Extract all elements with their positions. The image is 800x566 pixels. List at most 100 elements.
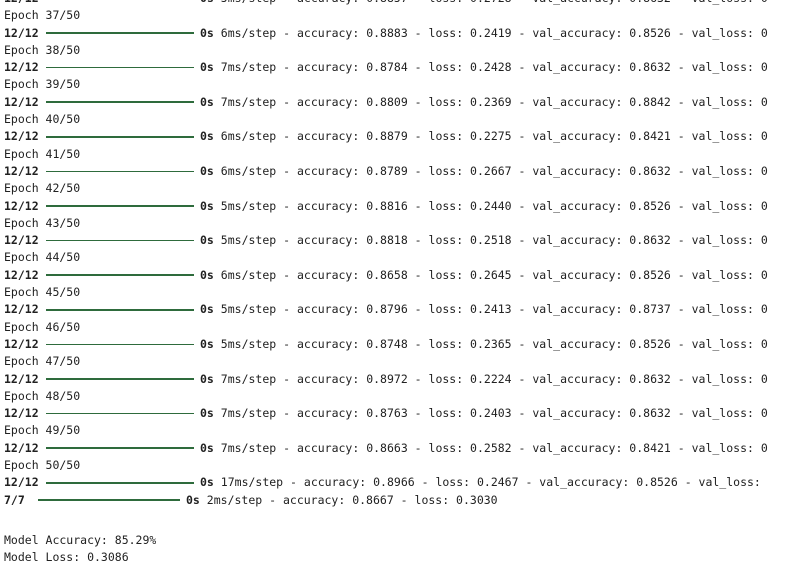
progress-line: 12/12 0s 6ms/step - accuracy: 0.8879 - lo… xyxy=(4,128,800,145)
metrics-text: - accuracy: 0.8658 - loss: 0.2645 - val_… xyxy=(283,267,768,282)
eta-label: 0s xyxy=(200,406,214,421)
eta-label: 0s xyxy=(186,492,200,507)
progress-bar xyxy=(46,205,194,207)
epoch-header: Epoch 48/50 xyxy=(4,388,81,403)
progress-line: 12/12 0s 6ms/step - accuracy: 0.8883 - lo… xyxy=(4,25,800,42)
step-timing: 6ms/step xyxy=(220,267,277,282)
epoch-header: Epoch 40/50 xyxy=(4,112,81,127)
progress-line: 12/12 0s 7ms/step - accuracy: 0.8784 - lo… xyxy=(4,59,800,76)
progress-line: 12/12 0s 7ms/step - accuracy: 0.8763 - lo… xyxy=(4,405,800,422)
metrics-text: - accuracy: 0.8789 - loss: 0.2667 - val_… xyxy=(283,163,768,178)
progress-line: 7/7 0s 2ms/step - accuracy: 0.8667 - loss… xyxy=(4,492,800,509)
step-count: 12/12 xyxy=(4,406,39,421)
step-timing: 7ms/step xyxy=(220,60,277,75)
eta-label: 0s xyxy=(200,302,214,317)
epoch-header: Epoch 49/50 xyxy=(4,423,81,438)
epoch-header: Epoch 39/50 xyxy=(4,77,81,92)
step-timing: 7ms/step xyxy=(220,406,277,421)
step-timing: 7ms/step xyxy=(220,371,277,386)
epoch-header: Epoch 43/50 xyxy=(4,215,81,230)
progress-line: 12/12 0s 6ms/step - accuracy: 0.8658 - lo… xyxy=(4,267,800,284)
epoch-header: Epoch 38/50 xyxy=(4,42,81,57)
step-timing: 7ms/step xyxy=(220,440,277,455)
metrics-text: - accuracy: 0.8966 - loss: 0.2467 - val_… xyxy=(290,475,761,490)
progress-bar xyxy=(46,482,194,484)
eta-label: 0s xyxy=(200,371,214,386)
metrics-text: - accuracy: 0.8879 - loss: 0.2275 - val_… xyxy=(283,129,768,144)
step-timing: 17ms/step xyxy=(220,475,284,490)
eta-label: 0s xyxy=(200,60,214,75)
progress-bar xyxy=(46,32,194,34)
step-count: 12/12 xyxy=(4,440,39,455)
step-timing: 5ms/step xyxy=(220,233,277,248)
progress-line: 12/12 0s 17ms/step - accuracy: 0.8966 - l… xyxy=(4,474,800,491)
step-count: 12/12 xyxy=(4,60,39,75)
eta-label: 0s xyxy=(200,129,214,144)
progress-bar xyxy=(46,378,194,380)
metrics-text: - accuracy: 0.8809 - loss: 0.2369 - val_… xyxy=(283,94,768,109)
progress-line: 12/12 0s 7ms/step - accuracy: 0.8972 - lo… xyxy=(4,371,800,388)
metrics-text: - accuracy: 0.8972 - loss: 0.2224 - val_… xyxy=(283,371,768,386)
step-timing: 6ms/step xyxy=(220,129,277,144)
step-count: 12/12 xyxy=(4,0,46,7)
epoch-header: Epoch 37/50 xyxy=(4,8,81,23)
progress-line: 12/12 0s 5ms/step - accuracy: 0.8857 - lo… xyxy=(4,0,800,7)
progress-line: 12/12 0s 7ms/step - accuracy: 0.8809 - lo… xyxy=(4,94,800,111)
eta-label: 0s xyxy=(200,440,214,455)
progress-line: 12/12 0s 6ms/step - accuracy: 0.8789 - lo… xyxy=(4,163,800,180)
progress-bar xyxy=(46,136,194,138)
progress-bar xyxy=(46,447,194,450)
progress-line: 12/12 0s 5ms/step - accuracy: 0.8818 - lo… xyxy=(4,232,800,249)
step-count: 12/12 xyxy=(4,302,39,317)
metrics-text: - accuracy: 0.8784 - loss: 0.2428 - val_… xyxy=(283,60,768,75)
model-accuracy-line: Model Accuracy: 85.29% xyxy=(4,533,157,547)
progress-bar xyxy=(46,170,194,173)
step-timing: 5ms/step xyxy=(220,336,277,351)
step-timing: 5ms/step xyxy=(221,0,276,5)
metrics-text: - accuracy: 0.8667 - loss: 0.3030 xyxy=(269,492,498,507)
metrics-text: - accuracy: 0.8763 - loss: 0.2403 - val_… xyxy=(283,406,768,421)
training-log: 12/12 0s 5ms/step - accuracy: 0.8857 - lo… xyxy=(4,0,800,509)
eta-label: 0s xyxy=(200,94,214,109)
eta-label: 0s xyxy=(200,163,214,178)
progress-bar xyxy=(46,343,194,346)
epoch-header: Epoch 46/50 xyxy=(4,319,81,334)
progress-bar xyxy=(46,412,194,415)
progress-bar xyxy=(46,66,194,69)
step-count: 12/12 xyxy=(4,163,39,178)
progress-bar xyxy=(46,239,194,242)
progress-line: 12/12 0s 5ms/step - accuracy: 0.8748 - lo… xyxy=(4,336,800,353)
step-count: 12/12 xyxy=(4,94,39,109)
epoch-header: Epoch 42/50 xyxy=(4,181,81,196)
progress-line: 12/12 0s 5ms/step - accuracy: 0.8796 - lo… xyxy=(4,301,800,318)
step-timing: 6ms/step xyxy=(220,25,277,40)
evaluation-summary: Model Accuracy: 85.29% Model Loss: 0.308… xyxy=(4,532,156,566)
step-count: 12/12 xyxy=(4,371,39,386)
epoch-header: Epoch 47/50 xyxy=(4,354,81,369)
step-count: 12/12 xyxy=(4,336,39,351)
step-count: 12/12 xyxy=(4,129,39,144)
metrics-text: - accuracy: 0.8748 - loss: 0.2365 - val_… xyxy=(283,336,768,351)
step-count: 12/12 xyxy=(4,475,39,490)
progress-bar xyxy=(46,274,194,277)
progress-line: 12/12 0s 7ms/step - accuracy: 0.8663 - lo… xyxy=(4,440,800,457)
metrics-text: - accuracy: 0.8857 - loss: 0.2728 - val_… xyxy=(283,0,768,5)
step-timing: 7ms/step xyxy=(220,94,277,109)
metrics-text: - accuracy: 0.8816 - loss: 0.2440 - val_… xyxy=(283,198,768,213)
metrics-text: - accuracy: 0.8796 - loss: 0.2413 - val_… xyxy=(283,302,768,317)
step-timing: 6ms/step xyxy=(220,163,277,178)
epoch-header: Epoch 41/50 xyxy=(4,146,81,161)
metrics-text: - accuracy: 0.8663 - loss: 0.2582 - val_… xyxy=(283,440,768,455)
step-count: 12/12 xyxy=(4,233,39,248)
eta-label: 0s xyxy=(200,25,214,40)
progress-line: 12/12 0s 5ms/step - accuracy: 0.8816 - lo… xyxy=(4,198,800,215)
eta-label: 0s xyxy=(200,475,214,490)
step-timing: 5ms/step xyxy=(220,302,277,317)
progress-bar xyxy=(38,499,180,501)
progress-bar xyxy=(46,101,194,104)
step-timing: 5ms/step xyxy=(220,198,277,213)
eta-label: 0s xyxy=(200,267,214,282)
step-count: 12/12 xyxy=(4,198,39,213)
epoch-header: Epoch 45/50 xyxy=(4,285,81,300)
epoch-header: Epoch 44/50 xyxy=(4,250,81,265)
